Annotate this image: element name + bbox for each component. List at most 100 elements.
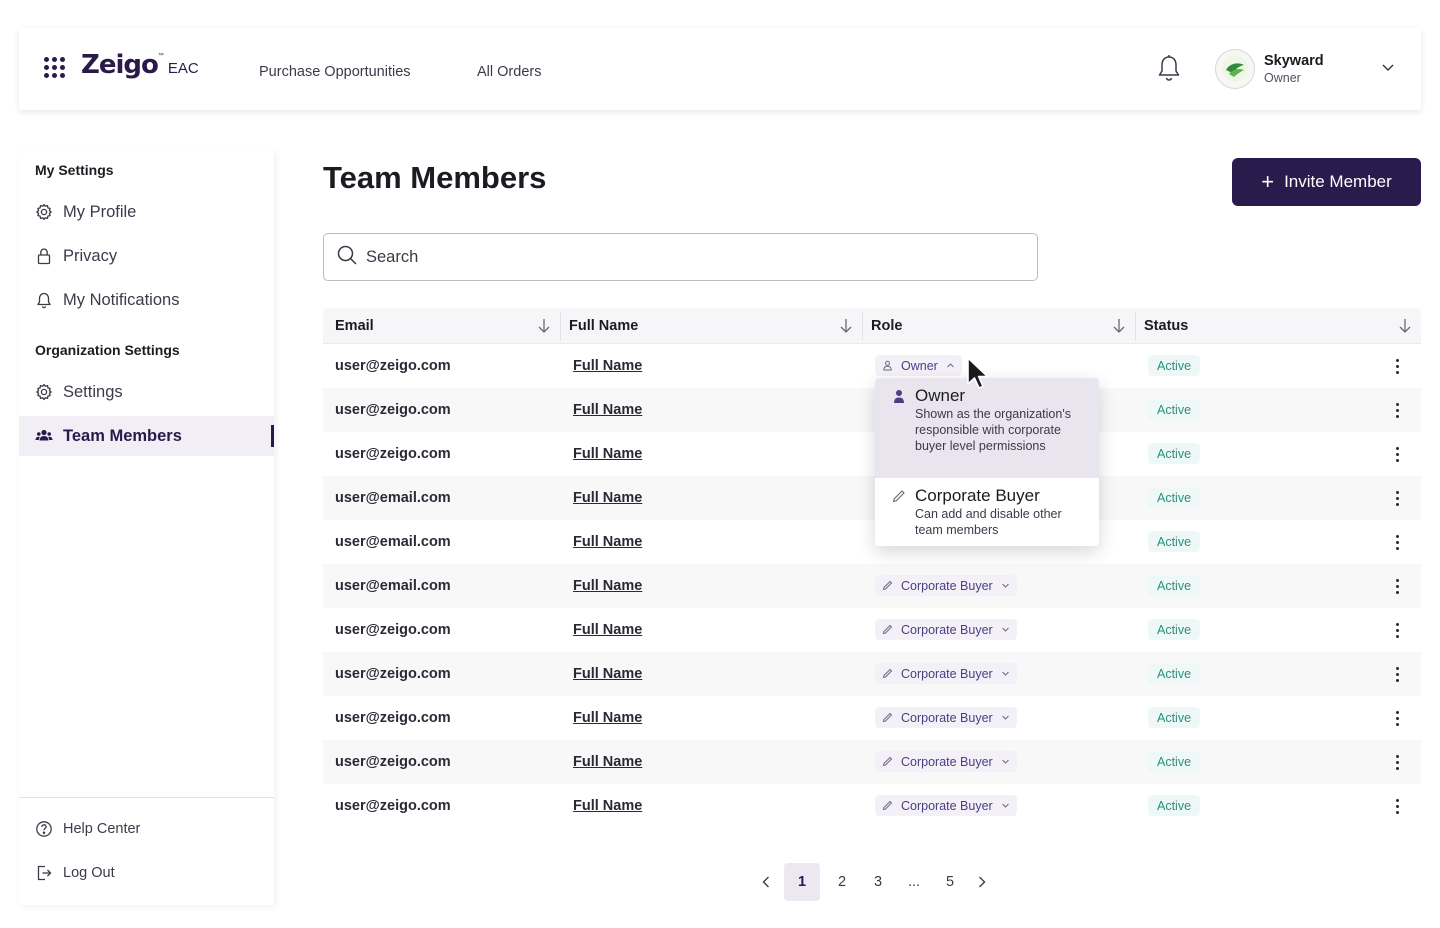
sidebar-item-settings[interactable]: Settings <box>19 372 274 412</box>
pencil-icon <box>892 489 906 503</box>
question-icon <box>35 820 53 838</box>
role-label: Corporate Buyer <box>901 666 993 681</box>
search-box <box>323 233 1038 281</box>
bell-icon <box>35 291 53 309</box>
row-actions-kebab-icon[interactable] <box>1387 576 1407 596</box>
column-separator <box>560 312 561 340</box>
column-header-email[interactable]: Email <box>335 308 374 344</box>
page-button[interactable]: 3 <box>860 863 896 901</box>
table-row: user@zeigo.com Full Name Active <box>323 432 1421 476</box>
mouse-cursor-icon <box>966 356 994 392</box>
full-name-link[interactable]: Full Name <box>573 402 642 418</box>
role-option-corporate-buyer[interactable]: Corporate Buyer Can add and disable othe… <box>875 478 1099 546</box>
full-name-link[interactable]: Full Name <box>573 534 642 550</box>
full-name-link[interactable]: Full Name <box>573 622 642 638</box>
role-dropdown-menu: Owner Shown as the organization's respon… <box>875 378 1099 546</box>
org-settings-heading: Organization Settings <box>35 342 180 358</box>
grid-dots-icon[interactable] <box>44 57 66 79</box>
sidebar-item-label: Log Out <box>63 865 115 881</box>
row-actions-kebab-icon[interactable] <box>1387 620 1407 640</box>
role-dropdown-trigger[interactable]: Corporate Buyer <box>875 663 1017 684</box>
chevron-down-icon <box>1001 801 1010 810</box>
role-dropdown-trigger[interactable]: Corporate Buyer <box>875 575 1017 596</box>
row-actions-kebab-icon[interactable] <box>1387 708 1407 728</box>
role-label: Corporate Buyer <box>901 710 993 725</box>
full-name-link[interactable]: Full Name <box>573 446 642 462</box>
role-label: Corporate Buyer <box>901 578 993 593</box>
sort-arrow-icon[interactable] <box>537 318 551 334</box>
sidebar-item-log-out[interactable]: Log Out <box>19 853 274 893</box>
chevron-down-icon[interactable] <box>1381 60 1395 74</box>
full-name-link[interactable]: Full Name <box>573 358 642 374</box>
full-name-link[interactable]: Full Name <box>573 754 642 770</box>
user-menu[interactable]: Skyward Owner <box>1215 48 1324 90</box>
column-header-status[interactable]: Status <box>1144 308 1188 344</box>
page-ellipsis: ... <box>907 873 921 890</box>
page-button-current[interactable]: 1 <box>784 862 820 901</box>
role-dropdown-trigger[interactable]: Corporate Buyer <box>875 707 1017 728</box>
role-label: Corporate Buyer <box>901 754 993 769</box>
row-actions-kebab-icon[interactable] <box>1387 752 1407 772</box>
plus-icon: + <box>1261 169 1275 194</box>
row-actions-kebab-icon[interactable] <box>1387 796 1407 816</box>
bell-icon[interactable] <box>1156 54 1182 82</box>
email-cell: user@zeigo.com <box>335 798 451 814</box>
row-actions-kebab-icon[interactable] <box>1387 356 1407 376</box>
chevron-down-icon <box>1001 757 1010 766</box>
row-actions-kebab-icon[interactable] <box>1387 532 1407 552</box>
full-name-link[interactable]: Full Name <box>573 798 642 814</box>
nav-all-orders[interactable]: All Orders <box>477 64 541 80</box>
full-name-link[interactable]: Full Name <box>573 490 642 506</box>
avatar <box>1215 49 1255 89</box>
role-option-title: Corporate Buyer <box>915 486 1040 505</box>
column-header-role[interactable]: Role <box>871 308 902 344</box>
invite-member-button[interactable]: + Invite Member <box>1232 158 1421 206</box>
status-badge: Active <box>1148 795 1201 816</box>
full-name-link[interactable]: Full Name <box>573 578 642 594</box>
sidebar-item-my-profile[interactable]: My Profile <box>19 192 274 232</box>
sort-arrow-icon[interactable] <box>1112 318 1126 334</box>
chevron-left-icon[interactable] <box>752 863 780 901</box>
sidebar-item-team-members[interactable]: Team Members <box>19 416 274 456</box>
table-row: user@zeigo.com Full Name Corporate Buyer… <box>323 696 1421 740</box>
top-header: Zeigo ™ EAC Purchase Opportunities All O… <box>19 28 1421 110</box>
role-dropdown-trigger[interactable]: Owner <box>875 355 962 376</box>
sidebar-item-help-center[interactable]: Help Center <box>19 809 274 849</box>
my-settings-heading: My Settings <box>35 162 114 178</box>
status-badge: Active <box>1148 663 1201 684</box>
logo[interactable]: Zeigo ™ EAC <box>81 50 199 80</box>
page-button[interactable]: 2 <box>824 863 860 901</box>
email-cell: user@zeigo.com <box>335 754 451 770</box>
page-title: Team Members <box>323 160 547 195</box>
column-separator <box>1135 312 1136 340</box>
row-actions-kebab-icon[interactable] <box>1387 444 1407 464</box>
search-input[interactable] <box>366 247 1006 267</box>
full-name-link[interactable]: Full Name <box>573 710 642 726</box>
column-header-full-name[interactable]: Full Name <box>569 308 638 344</box>
sidebar-item-privacy[interactable]: Privacy <box>19 236 274 276</box>
table-row: user@zeigo.com Full Name Active <box>323 388 1421 432</box>
status-badge: Active <box>1148 619 1201 640</box>
role-dropdown-trigger[interactable]: Corporate Buyer <box>875 795 1017 816</box>
settings-sidebar: My Settings My Profile Privacy My Notifi… <box>19 150 274 905</box>
status-badge: Active <box>1148 399 1201 420</box>
logo-word: Zeigo <box>81 50 159 80</box>
sort-arrow-icon[interactable] <box>839 318 853 334</box>
role-dropdown-trigger[interactable]: Corporate Buyer <box>875 619 1017 640</box>
lock-icon <box>35 247 53 265</box>
email-cell: user@zeigo.com <box>335 446 451 462</box>
role-option-owner[interactable]: Owner Shown as the organization's respon… <box>875 378 1099 478</box>
status-badge: Active <box>1148 575 1201 596</box>
row-actions-kebab-icon[interactable] <box>1387 488 1407 508</box>
search-icon <box>336 244 358 271</box>
row-actions-kebab-icon[interactable] <box>1387 664 1407 684</box>
row-actions-kebab-icon[interactable] <box>1387 400 1407 420</box>
full-name-link[interactable]: Full Name <box>573 666 642 682</box>
sidebar-item-my-notifications[interactable]: My Notifications <box>19 280 274 320</box>
page-button[interactable]: 5 <box>932 863 968 901</box>
role-dropdown-trigger[interactable]: Corporate Buyer <box>875 751 1017 772</box>
sort-arrow-icon[interactable] <box>1398 318 1412 334</box>
nav-purchase-opportunities[interactable]: Purchase Opportunities <box>259 64 411 80</box>
role-label: Corporate Buyer <box>901 798 993 813</box>
chevron-right-icon[interactable] <box>968 863 996 901</box>
